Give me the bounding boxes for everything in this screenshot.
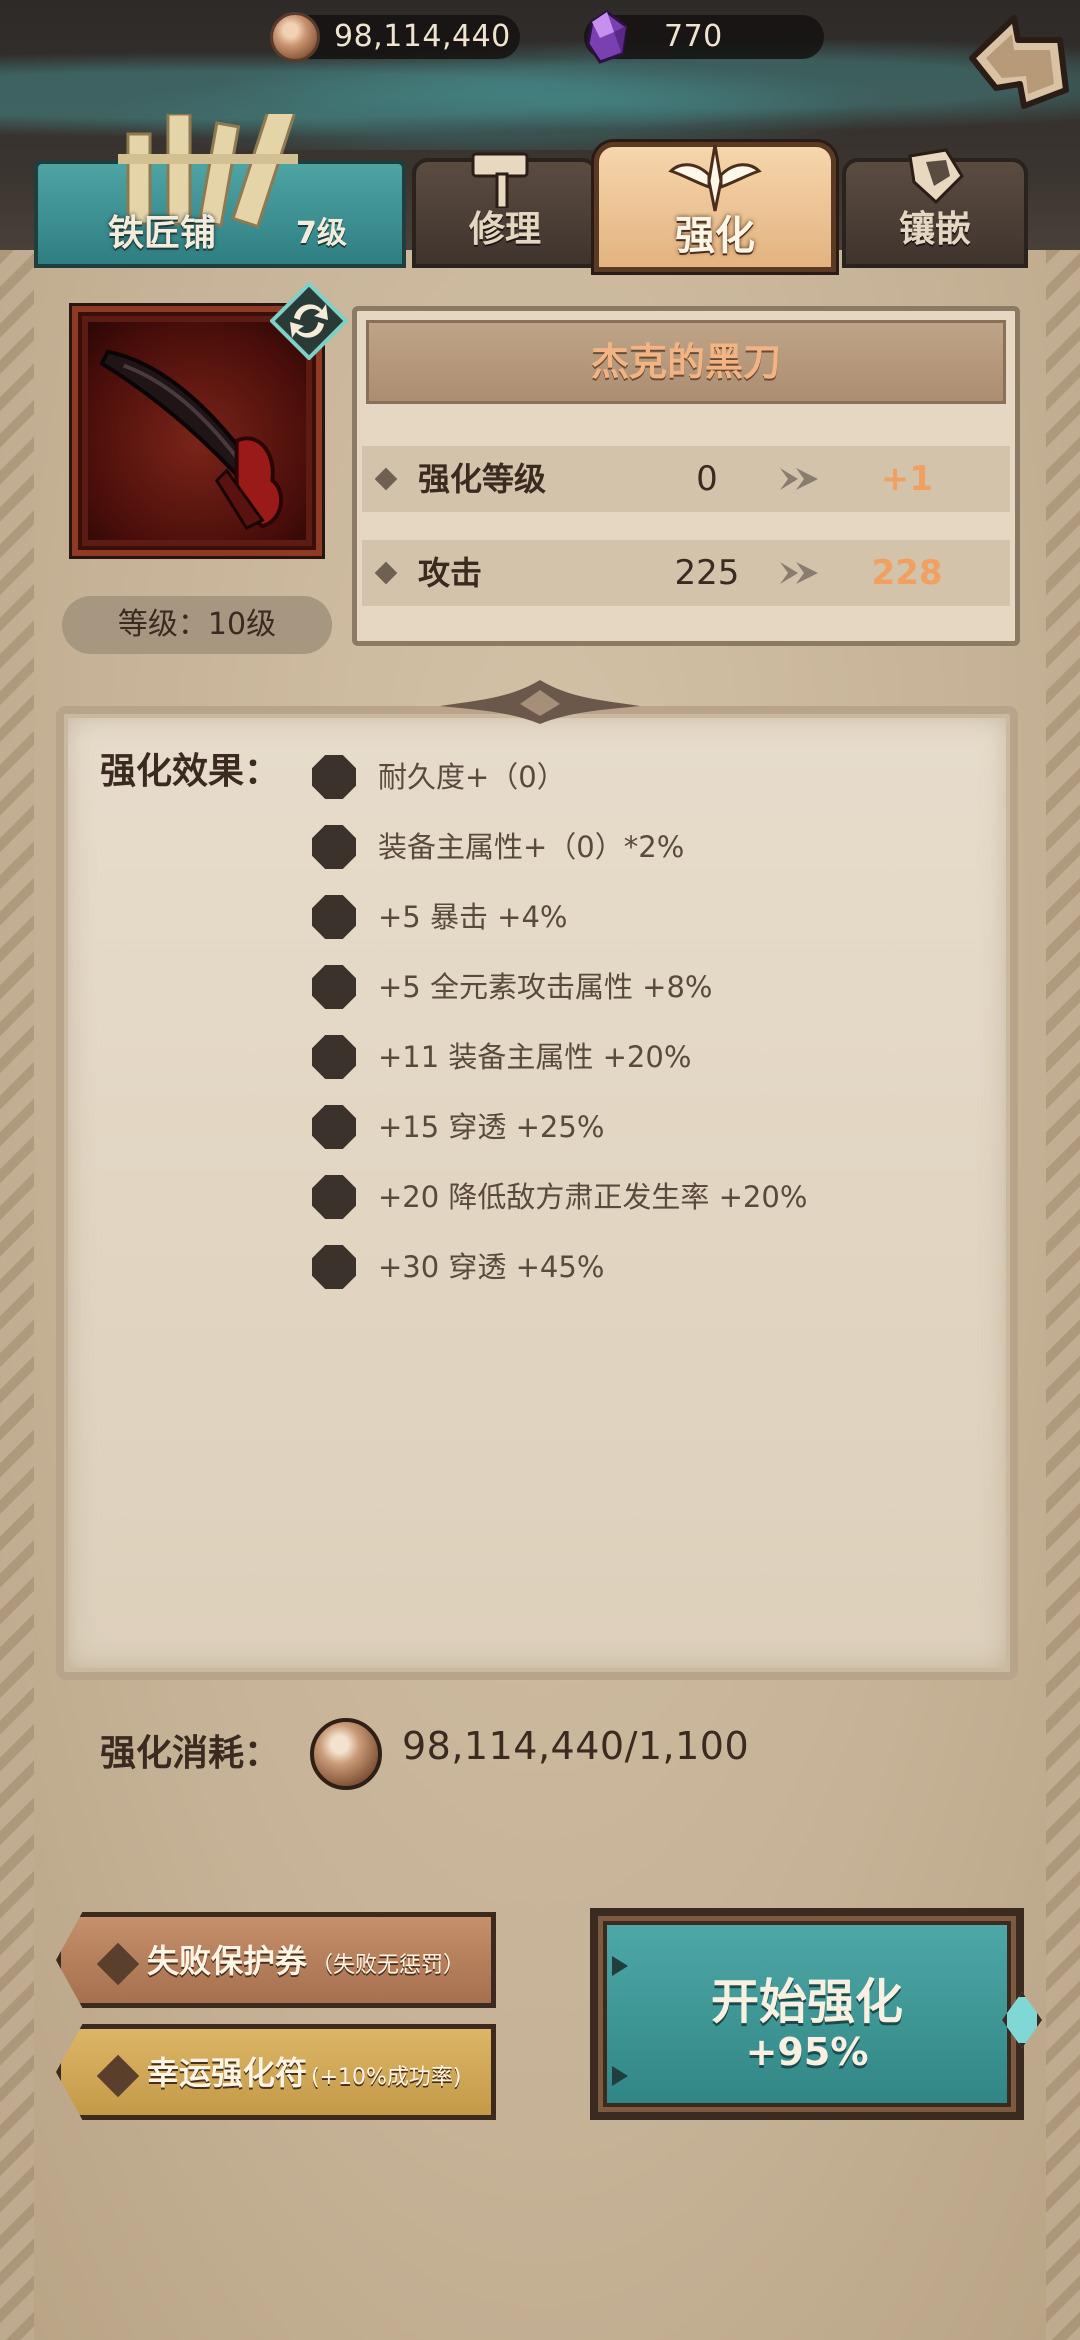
diamond-icon: [96, 2054, 140, 2098]
item-name: 杰克的黑刀: [590, 340, 781, 384]
fail-protection-label: 失败保护券: [147, 1942, 308, 1980]
tab-enhance-label: 强化: [675, 213, 755, 259]
fail-protection-sub: （失败无惩罚）: [311, 1953, 466, 1978]
hammer-icon: [471, 152, 529, 208]
tab-inlay-label: 镶嵌: [898, 209, 971, 250]
cost-value: 98,114,440/1,100: [402, 1724, 750, 1768]
tab-blacksmith-label: 铁匠铺: [108, 213, 217, 254]
back-arrow-button[interactable]: [962, 6, 1072, 116]
swap-item-button[interactable]: [270, 282, 348, 360]
left-frame-border: [0, 250, 34, 2340]
diamond-icon: [96, 1942, 140, 1986]
tab-enhance[interactable]: 强化: [594, 142, 836, 272]
tab-repair[interactable]: 修理: [412, 152, 598, 268]
stat-row-attack: 攻击 225 228: [362, 540, 1010, 606]
effects-title: 强化效果：: [100, 751, 281, 792]
double-arrow-icon: [780, 562, 818, 584]
fail-protection-ticket-button[interactable]: 失败保护券 （失败无惩罚）: [56, 1912, 496, 2008]
stat-current: 225: [674, 553, 740, 593]
item-level: 等级：10级: [62, 596, 332, 654]
gem-counter: 770: [584, 8, 824, 66]
stat-next: +1: [880, 459, 934, 499]
tab-blacksmith-level: 7级: [296, 216, 347, 251]
stat-label: 攻击: [418, 554, 483, 592]
coin-counter: 98,114,440: [270, 8, 520, 66]
right-frame-border: [1046, 250, 1080, 2340]
lucky-charm-sub: (+10%成功率): [311, 2065, 462, 2090]
tab-inlay[interactable]: 镶嵌: [842, 148, 1028, 268]
coin-icon: [270, 12, 320, 62]
gem-shard-icon: [908, 148, 964, 205]
lucky-charm-label: 幸运强化符: [147, 2054, 308, 2092]
start-enhance-label: 开始强化: [710, 1974, 903, 2030]
lucky-charm-button[interactable]: 幸运强化符 (+10%成功率): [56, 2024, 496, 2120]
start-enhance-button[interactable]: 开始强化 +95%: [590, 1908, 1042, 2120]
cost-label: 强化消耗：: [100, 1733, 281, 1774]
panel-ornament: [440, 680, 640, 724]
stat-row-enhance-level: 强化等级 0 +1: [362, 446, 1010, 512]
stat-current: 0: [696, 459, 718, 499]
tab-repair-label: 修理: [468, 209, 541, 250]
stat-next: 228: [871, 553, 943, 593]
tab-blacksmith[interactable]: 铁匠铺 7级: [34, 114, 406, 268]
double-arrow-icon: [780, 468, 818, 490]
success-rate: +95%: [745, 2030, 869, 2074]
bullet-diamond: [374, 467, 398, 491]
coin-icon: [310, 1718, 382, 1790]
bullet-diamond: [374, 561, 398, 585]
purple-gem-icon: [586, 10, 628, 64]
stat-label: 强化等级: [418, 460, 547, 498]
